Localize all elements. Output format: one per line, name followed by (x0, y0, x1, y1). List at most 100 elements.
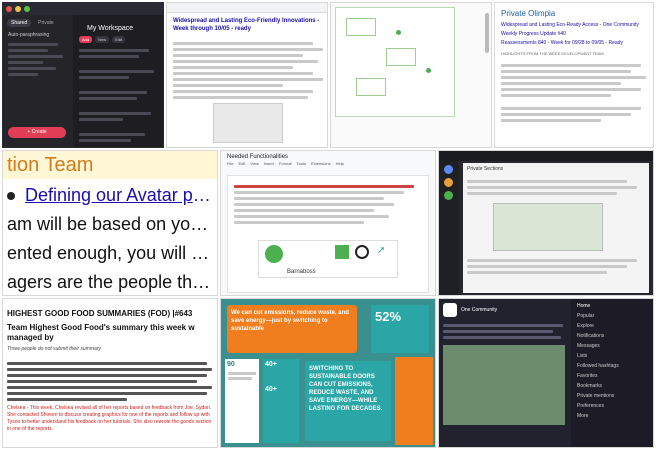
web-page: Private Sections (463, 163, 649, 293)
side-teal: 40+ 40+ (263, 359, 299, 443)
app-icon[interactable] (444, 165, 453, 174)
nav-favorites[interactable]: Favorites (575, 371, 653, 381)
browser-tabbar (439, 151, 653, 161)
subheading: HIGHLIGHTS FROM THE WEEK DEVELOPMENT TEA… (501, 51, 604, 56)
nav-followed-hashtags[interactable]: Followed hashtags (575, 361, 653, 371)
tile-dark-site: Private Sections (438, 150, 654, 296)
doc-title[interactable]: Needed Functionalities (221, 151, 435, 161)
summary-note: Three people do not submit their summary (7, 346, 101, 352)
workspace-panel: My Workspace Add New Edit (75, 17, 163, 147)
menu-format[interactable]: Format (279, 161, 292, 166)
nav-lists[interactable]: Lists (575, 351, 653, 361)
minimize-icon[interactable] (15, 6, 21, 12)
nav-popular[interactable]: Popular (575, 311, 653, 321)
body-line-1: am will be based on your abiliti (7, 214, 217, 234)
link-1[interactable]: Widespread and Lasting Eco-Ready Access … (495, 21, 653, 30)
edit-button[interactable]: Edit (112, 36, 126, 43)
tile-diagram-doc (330, 2, 492, 148)
avatar-page-link[interactable]: Defining our Avatar page (3, 179, 217, 210)
link-2[interactable]: Weekly Progress Update #40 (495, 30, 653, 39)
stat-block: 52% (371, 305, 429, 353)
add-button[interactable]: Add (79, 36, 93, 43)
close-icon[interactable] (6, 6, 12, 12)
feed-column: One Community (439, 299, 571, 447)
embedded-screenshot (493, 203, 603, 251)
app-icon[interactable] (444, 191, 453, 200)
maximize-icon[interactable] (24, 6, 30, 12)
dot-icon (426, 68, 431, 73)
menu-edit[interactable]: Edit (238, 161, 245, 166)
nav-home[interactable]: Home (575, 301, 653, 311)
doc-page: Barnaboss ➚ (227, 175, 429, 293)
green-square-icon (335, 245, 349, 259)
section-title: tion Team (7, 154, 94, 176)
app-icon[interactable] (444, 178, 453, 187)
doors-text: SWITCHING TO SUSTAINABLE DOORS CAN CUT E… (309, 366, 383, 412)
dot-icon (396, 30, 401, 35)
menu-file[interactable]: File (227, 161, 233, 166)
embedded-image (213, 103, 283, 143)
tile-social-app: One Community Home Popular Explore Notif… (438, 298, 654, 448)
menu-view[interactable]: View (250, 161, 259, 166)
new-button[interactable]: New (95, 36, 110, 43)
side-stat-3: 40+ (265, 386, 277, 393)
item-title: Barnaboss (287, 269, 316, 275)
left-sidebar: Shared Private Auto-paraphrasing + Creat… (3, 15, 73, 147)
menu-extensions[interactable]: Extensions (311, 161, 331, 166)
chelsea-paragraph: Chelsea - This week, Chelsea revised all… (7, 405, 212, 432)
avatar-link-text[interactable]: Defining our Avatar page (25, 185, 213, 206)
post-image[interactable] (443, 345, 565, 425)
screenshot-collage: Shared Private Auto-paraphrasing + Creat… (0, 0, 656, 450)
browser-tabbar (3, 3, 163, 15)
create-button[interactable]: + Create (8, 127, 66, 138)
site-brand[interactable]: Private Olimpia (495, 3, 653, 21)
avatar[interactable] (443, 303, 457, 317)
link-3[interactable]: Reassessments 840 - Week for 09/28 to 09… (495, 39, 653, 48)
sidebar-item[interactable]: Auto-paraphrasing (3, 30, 73, 40)
menu-help[interactable]: Help (336, 161, 344, 166)
info-box-text: We can cut emissions, reduce waste, and … (231, 310, 349, 332)
tab-shared[interactable]: Shared (7, 19, 32, 27)
side-stat-2: 40+ (265, 361, 277, 368)
nav-more[interactable]: More (575, 411, 653, 421)
nav-private-mentions[interactable]: Private mentions (575, 391, 653, 401)
bullet-icon (7, 191, 15, 200)
photo-strip (395, 357, 433, 445)
preview-card[interactable]: Barnaboss ➚ (258, 240, 398, 278)
nav-explore[interactable]: Explore (575, 321, 653, 331)
tile-food-summaries: HIGHEST GOOD FOOD SUMMARIES (FOD) |#643 … (2, 298, 218, 448)
tile-workspace-app: Shared Private Auto-paraphrasing + Creat… (2, 2, 164, 148)
tile-infographic: We can cut emissions, reduce waste, and … (220, 298, 436, 448)
tab-private[interactable]: Private (34, 19, 58, 27)
menu-insert[interactable]: Insert (264, 161, 274, 166)
nav-bookmarks[interactable]: Bookmarks (575, 381, 653, 391)
diagram-frame (335, 7, 455, 117)
clock-icon (355, 245, 369, 259)
info-box-orange: We can cut emissions, reduce waste, and … (227, 305, 357, 353)
tile-community-page: Private Olimpia Widespread and Lasting E… (494, 2, 654, 148)
tile-doc-editor: Needed Functionalities File Edit View In… (220, 150, 436, 296)
dock (439, 161, 459, 295)
create-label: Create (31, 129, 47, 135)
tile-avatar-team: tion Team Defining our Avatar page am wi… (2, 150, 218, 296)
page-heading[interactable]: Widespread and Lasting Eco-Friendly Inno… (167, 13, 327, 37)
side-stat-1: 90 (227, 361, 235, 368)
site-title: Private Sections (467, 166, 504, 172)
info-box-teal: SWITCHING TO SUSTAINABLE DOORS CAN CUT E… (305, 361, 391, 441)
nav-menu: Home Popular Explore Notifications Messa… (575, 301, 653, 447)
nav-notifications[interactable]: Notifications (575, 331, 653, 341)
community-name[interactable]: One Community (461, 307, 497, 313)
tile-document-page: Widespread and Lasting Eco-Friendly Inno… (166, 2, 328, 148)
summary-subtitle: Team Highest Good Food's summary this we… (7, 323, 195, 342)
menu-tools[interactable]: Tools (297, 161, 306, 166)
menu-bar: File Edit View Insert Format Tools Exten… (221, 161, 435, 166)
green-circle-icon (265, 245, 283, 263)
summary-title: HIGHEST GOOD FOOD SUMMARIES (FOD) |#643 (7, 309, 193, 318)
body-line-2: ented enough, you will get pror (7, 243, 217, 263)
body-line-3: agers are the people that work (7, 272, 217, 292)
scrollbar[interactable] (485, 13, 489, 53)
nav-preferences[interactable]: Preferences (575, 401, 653, 411)
nav-messages[interactable]: Messages (575, 341, 653, 351)
panel-title: My Workspace (87, 25, 134, 32)
stat-value: 52% (375, 309, 402, 324)
